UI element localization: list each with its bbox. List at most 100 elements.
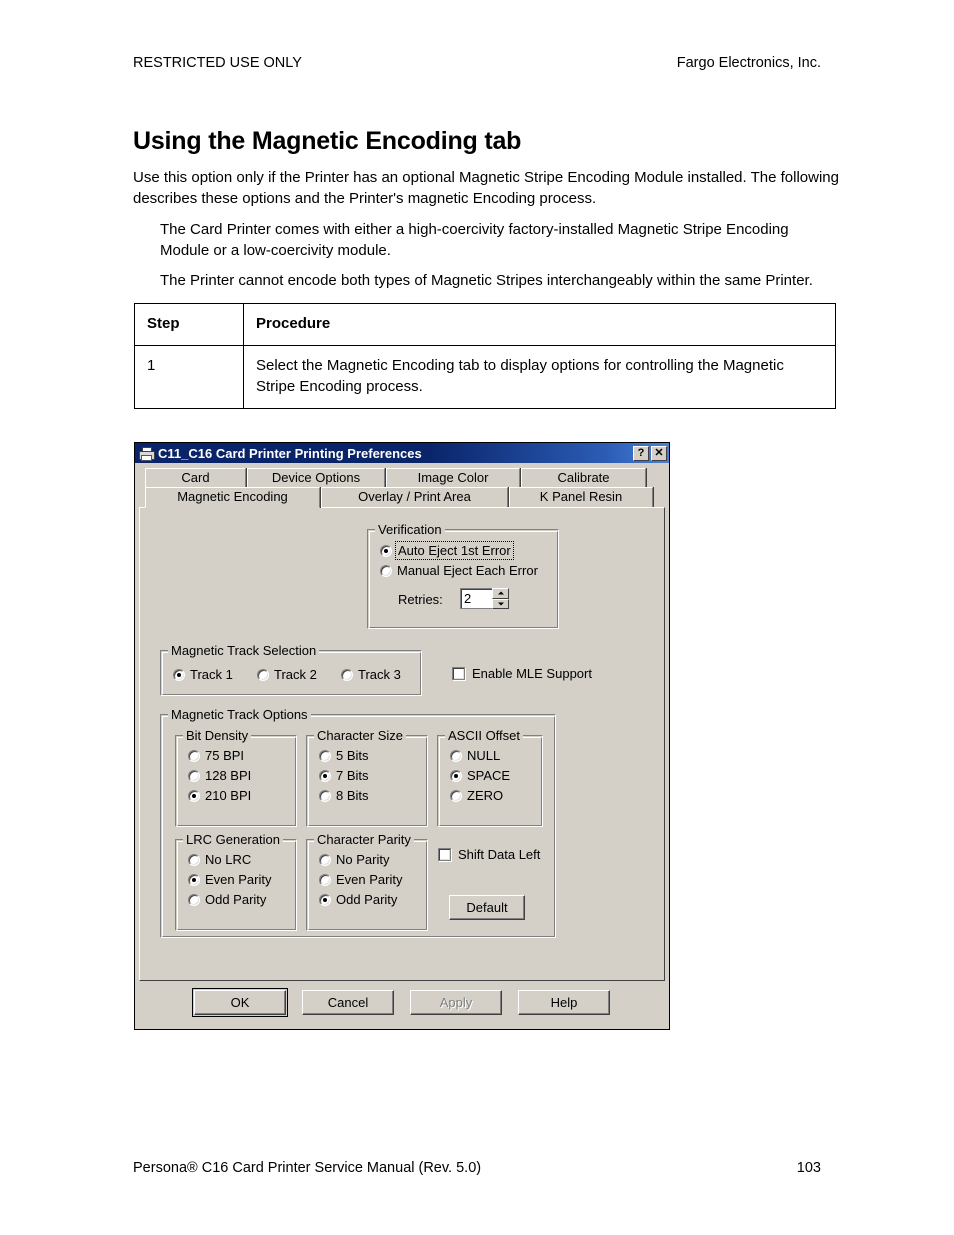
radio-indicator [257, 668, 269, 681]
radio-75-bpi[interactable]: 75 BPI [188, 748, 244, 763]
cancel-button[interactable]: Cancel [302, 990, 394, 1015]
magnetic-encoding-tab-page: Verification Auto Eject 1st Error Manual… [139, 507, 665, 981]
radio-indicator [319, 893, 331, 906]
radio-label: Manual Eject Each Error [397, 563, 538, 578]
spinner-down-icon[interactable] [492, 598, 509, 609]
retries-stepper[interactable]: 2 [460, 588, 509, 609]
verification-group-title: Verification [375, 522, 445, 537]
radio-lrc-odd-parity[interactable]: Odd Parity [188, 892, 266, 907]
radio-indicator [450, 749, 462, 762]
help-icon[interactable]: ? [633, 445, 649, 461]
radio-zero[interactable]: ZERO [450, 788, 503, 803]
dialog-title: C11_C16 Card Printer Printing Preference… [158, 445, 422, 461]
radio-label: Auto Eject 1st Error [395, 541, 514, 560]
table-header-row: Step Procedure [134, 303, 836, 346]
character-parity-group: Character Parity No Parity Even Parity O… [306, 832, 428, 931]
character-size-group-title: Character Size [314, 728, 406, 743]
track-options-group-title: Magnetic Track Options [168, 707, 311, 722]
radio-7-bits[interactable]: 7 Bits [319, 768, 369, 783]
printer-icon [138, 446, 155, 461]
radio-indicator [380, 564, 392, 577]
radio-no-lrc[interactable]: No LRC [188, 852, 251, 867]
radio-label: NULL [467, 748, 501, 763]
page-footer: Persona® C16 Card Printer Service Manual… [133, 1160, 821, 1176]
magnetic-track-options-group: Magnetic Track Options Bit Density 75 BP… [160, 707, 556, 938]
radio-no-parity[interactable]: No Parity [319, 852, 389, 867]
magnetic-track-selection-group: Magnetic Track Selection Track 1 Track 2… [160, 643, 422, 696]
retries-input[interactable]: 2 [460, 588, 492, 609]
radio-space[interactable]: SPACE [450, 768, 510, 783]
dialog-titlebar[interactable]: C11_C16 Card Printer Printing Preference… [135, 443, 669, 463]
track-selection-group-title: Magnetic Track Selection [168, 643, 320, 658]
lrc-generation-group-title: LRC Generation [183, 832, 283, 847]
header-right-text: Fargo Electronics, Inc. [676, 55, 821, 71]
ascii-offset-group: ASCII Offset NULL SPACE ZERO [437, 728, 543, 827]
tab-magnetic-encoding[interactable]: Magnetic Encoding [145, 487, 320, 508]
dialog-body: Card Device Options Image Color Calibrat… [135, 463, 669, 1029]
close-icon[interactable]: ✕ [651, 445, 667, 461]
note-paragraph-2: The Printer cannot encode both types of … [160, 272, 813, 289]
tab-overlay-print-area[interactable]: Overlay / Print Area [321, 487, 508, 507]
radio-label: 5 Bits [336, 748, 369, 763]
tab-k-panel-resin[interactable]: K Panel Resin [509, 487, 653, 507]
radio-indicator [319, 749, 331, 762]
apply-button: Apply [410, 990, 502, 1015]
radio-manual-eject-each-error[interactable]: Manual Eject Each Error [380, 563, 538, 578]
note-paragraph-1: The Card Printer comes with either a hig… [160, 221, 789, 259]
tab-card[interactable]: Card [145, 468, 246, 488]
dialog-button-row: OK Cancel Apply Help [139, 981, 665, 1025]
page-title: Using the Magnetic Encoding tab [133, 126, 522, 155]
character-size-group: Character Size 5 Bits 7 Bits 8 Bits [306, 728, 428, 827]
lrc-generation-group: LRC Generation No LRC Even Parity Odd Pa… [175, 832, 297, 931]
checkbox-shift-data-left[interactable]: Shift Data Left [438, 847, 540, 862]
radio-track-2[interactable]: Track 2 [257, 667, 317, 682]
radio-label: 8 Bits [336, 788, 369, 803]
tab-calibrate[interactable]: Calibrate [521, 468, 646, 488]
spinner-up-icon[interactable] [492, 588, 509, 599]
tab-device-options[interactable]: Device Options [247, 468, 385, 488]
radio-track-1[interactable]: Track 1 [173, 667, 233, 682]
radio-128-bpi[interactable]: 128 BPI [188, 768, 251, 783]
radio-indicator [380, 544, 392, 557]
intro-paragraph: Use this option only if the Printer has … [133, 169, 839, 207]
radio-210-bpi[interactable]: 210 BPI [188, 788, 251, 803]
radio-indicator [188, 789, 200, 802]
radio-parity-even[interactable]: Even Parity [319, 872, 402, 887]
checkbox-indicator [438, 848, 451, 861]
radio-5-bits[interactable]: 5 Bits [319, 748, 369, 763]
radio-track-3[interactable]: Track 3 [341, 667, 401, 682]
footer-page-number: 103 [796, 1160, 821, 1176]
column-header-step: Step [134, 303, 244, 346]
procedure-table: Step Procedure 1 Select the Magnetic Enc… [134, 303, 836, 409]
checkbox-enable-mle-support[interactable]: Enable MLE Support [452, 666, 592, 681]
checkbox-label: Enable MLE Support [472, 666, 592, 681]
radio-indicator [319, 789, 331, 802]
radio-auto-eject-1st-error[interactable]: Auto Eject 1st Error [380, 541, 514, 560]
radio-null[interactable]: NULL [450, 748, 500, 763]
radio-indicator [450, 789, 462, 802]
radio-label: Even Parity [336, 872, 403, 887]
radio-indicator [188, 749, 200, 762]
radio-label: No Parity [336, 852, 390, 867]
help-button[interactable]: Help [518, 990, 610, 1015]
radio-indicator [188, 873, 200, 886]
radio-lrc-even-parity[interactable]: Even Parity [188, 872, 271, 887]
radio-label: Odd Parity [336, 892, 398, 907]
bit-density-group: Bit Density 75 BPI 128 BPI 210 BPI [175, 728, 297, 827]
radio-parity-odd[interactable]: Odd Parity [319, 892, 397, 907]
bit-density-group-title: Bit Density [183, 728, 252, 743]
footer-left-text: Persona® C16 Card Printer Service Manual… [133, 1160, 482, 1176]
tab-strip-row-1: Card Device Options Image Color Calibrat… [139, 468, 665, 488]
ok-button[interactable]: OK [192, 988, 288, 1017]
radio-label: Track 3 [358, 667, 401, 682]
retries-label: Retries: [398, 592, 443, 607]
verification-group: Verification Auto Eject 1st Error Manual… [367, 522, 559, 629]
radio-indicator [188, 853, 200, 866]
default-button[interactable]: Default [449, 895, 525, 920]
radio-indicator [341, 668, 353, 681]
titlebar-buttons: ? ✕ [633, 445, 667, 461]
radio-8-bits[interactable]: 8 Bits [319, 788, 369, 803]
radio-label: Even Parity [205, 872, 272, 887]
cell-step-number: 1 [134, 345, 244, 409]
tab-image-color[interactable]: Image Color [386, 468, 520, 488]
